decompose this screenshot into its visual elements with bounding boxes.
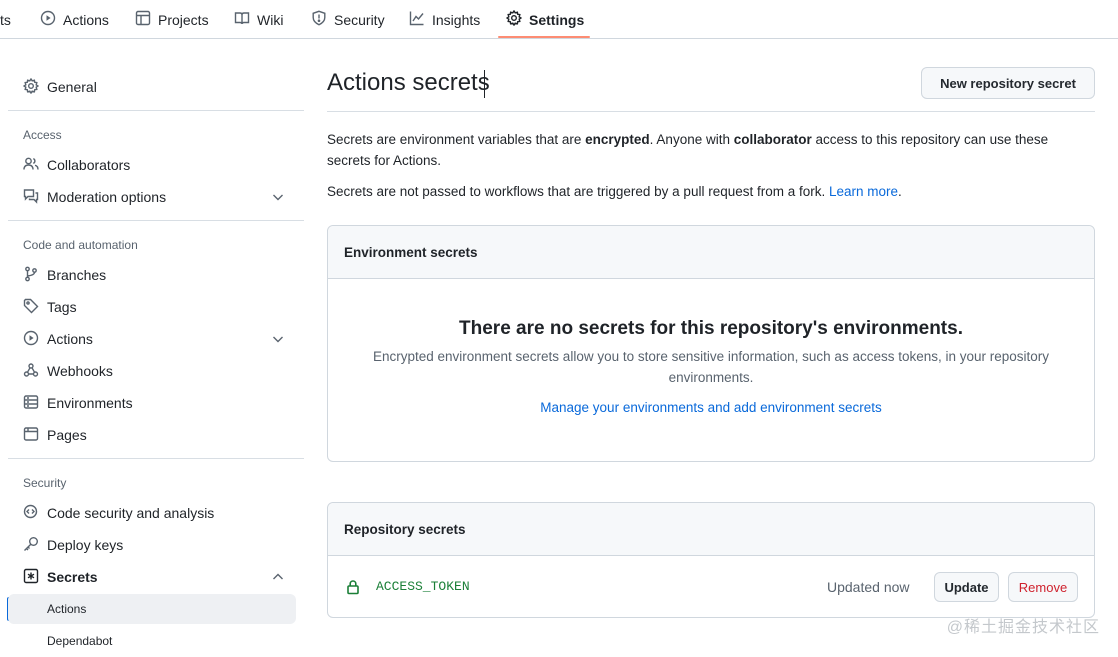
sidebar-item-pages[interactable]: Pages [8, 420, 296, 450]
environment-secrets-box: Environment secrets There are no secrets… [327, 225, 1095, 462]
lock-icon [345, 579, 361, 595]
sidebar-item-deploy-keys[interactable]: Deploy keys [8, 530, 296, 560]
environment-secrets-header: Environment secrets [328, 226, 1094, 279]
title-divider [327, 111, 1095, 112]
sidebar-item-webhooks[interactable]: Webhooks [8, 356, 296, 386]
empty-state-description: Encrypted environment secrets allow you … [372, 349, 1050, 385]
gear-icon [505, 9, 523, 29]
learn-more-link[interactable]: Learn more [829, 184, 898, 199]
chevron-up-icon[interactable] [270, 569, 286, 588]
sidebar-item-general[interactable]: General [8, 72, 296, 102]
selected-tab-underline [498, 36, 590, 38]
table-icon [135, 10, 151, 29]
chevron-down-icon[interactable] [270, 331, 286, 350]
sidebar-divider [8, 458, 304, 459]
empty-state-title: There are no secrets for this repository… [459, 318, 963, 339]
sidebar-item-code-security[interactable]: Code security and analysis [8, 498, 296, 528]
sidebar-heading-code-automation: Code and automation [23, 238, 138, 252]
sidebar-item-tags[interactable]: Tags [8, 292, 296, 322]
asterisk-icon [23, 568, 39, 587]
browser-icon [23, 426, 39, 445]
tab-partial[interactable]: ts [0, 0, 11, 39]
repository-secrets-header: Repository secrets [328, 503, 1094, 556]
remove-secret-button[interactable]: Remove [1008, 572, 1078, 602]
tag-icon [23, 298, 39, 317]
graph-icon [409, 10, 425, 29]
sidebar-item-branches[interactable]: Branches [8, 260, 296, 290]
new-repository-secret-button[interactable]: New repository secret [921, 67, 1095, 99]
sidebar-item-secrets-dependabot[interactable]: Dependabot [8, 626, 296, 656]
sidebar-item-collaborators[interactable]: Collaborators [8, 150, 296, 180]
secret-row: ACCESS_TOKEN Updated now Update Remove [328, 557, 1094, 617]
sidebar-heading-access: Access [23, 128, 62, 142]
play-circle-icon [23, 330, 39, 349]
settings-sidebar: General Access Collaborators Moderation … [0, 39, 310, 657]
sidebar-divider [8, 110, 304, 111]
tab-projects[interactable]: Projects [135, 0, 209, 39]
sidebar-divider [8, 220, 304, 221]
sidebar-item-actions[interactable]: Actions [8, 324, 296, 354]
text-cursor [484, 70, 485, 98]
tab-settings[interactable]: Settings [505, 0, 584, 39]
secret-name: ACCESS_TOKEN [376, 579, 470, 594]
tab-wiki[interactable]: Wiki [234, 0, 283, 39]
sidebar-item-secrets[interactable]: Secrets [8, 562, 296, 592]
update-secret-button[interactable]: Update [934, 572, 999, 602]
repository-secrets-box: Repository secrets ACCESS_TOKEN Updated … [327, 502, 1095, 618]
tab-insights[interactable]: Insights [409, 0, 480, 39]
server-icon [23, 394, 39, 413]
secret-updated-time: Updated now [827, 579, 910, 595]
watermark: @稀土掘金技术社区 [946, 619, 1100, 636]
git-branch-icon [23, 266, 39, 285]
shield-icon [311, 10, 327, 29]
comment-discussion-icon [23, 188, 39, 207]
tab-actions[interactable]: Actions [40, 0, 109, 39]
fork-note-paragraph: Secrets are not passed to workflows that… [327, 184, 902, 199]
codescan-icon [23, 504, 39, 523]
sidebar-item-environments[interactable]: Environments [8, 388, 296, 418]
sidebar-item-moderation[interactable]: Moderation options [8, 182, 296, 212]
chevron-down-icon[interactable] [270, 189, 286, 208]
key-icon [23, 536, 39, 555]
people-icon [23, 156, 39, 175]
repo-nav: ts Actions Projects Wiki Security Insigh… [0, 0, 1118, 39]
book-icon [234, 10, 250, 29]
main-content: Actions secrets New repository secret Se… [327, 39, 1095, 657]
play-circle-icon [40, 10, 56, 29]
gear-icon [22, 77, 40, 97]
intro-paragraph: Secrets are environment variables that a… [327, 132, 1049, 168]
page-title: Actions secrets [327, 69, 490, 96]
manage-environments-link[interactable]: Manage your environments and add environ… [540, 400, 881, 415]
tab-security[interactable]: Security [311, 0, 385, 39]
sidebar-item-secrets-actions[interactable]: Actions [8, 594, 296, 624]
sidebar-heading-security: Security [23, 476, 67, 490]
webhook-icon [23, 362, 39, 381]
